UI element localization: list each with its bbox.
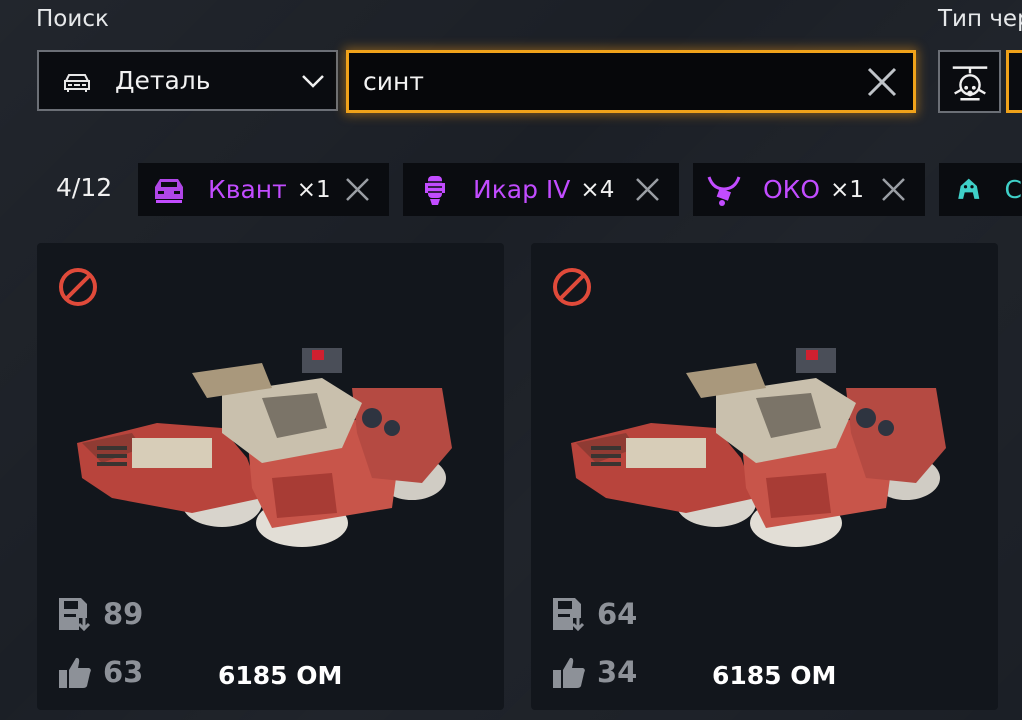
downloads-stat: 64 <box>551 596 637 632</box>
save-download-icon <box>59 598 91 632</box>
chip-name: С <box>1004 175 1022 204</box>
horns-icon <box>707 175 741 206</box>
helicopter-icon <box>952 65 987 100</box>
type-label: Тип чер <box>938 6 1022 32</box>
price: 6185 OM <box>218 661 343 690</box>
likes-count: 63 <box>103 655 144 689</box>
search-label: Поиск <box>36 6 109 32</box>
downloads-count: 64 <box>597 597 638 631</box>
hover-icon <box>425 175 445 205</box>
filter-chip[interactable]: С <box>939 163 1022 216</box>
remove-chip-icon[interactable] <box>880 176 907 203</box>
thumbs-up-icon <box>553 657 585 688</box>
filter-chip[interactable]: Квант ×1 <box>138 163 389 216</box>
remove-chip-icon[interactable] <box>634 176 661 203</box>
thumbs-up-icon <box>59 657 91 688</box>
blueprint-card[interactable]: 89 63 6185 OM <box>37 243 504 710</box>
forbidden-icon <box>59 268 97 306</box>
likes-count: 34 <box>597 655 638 689</box>
cabin-icon <box>155 178 183 203</box>
search-box <box>346 50 916 113</box>
chip-name: Квант <box>208 175 287 204</box>
filter-chip[interactable]: Икар IV ×4 <box>403 163 679 216</box>
likes-stat: 63 <box>57 654 143 690</box>
save-download-icon <box>553 598 585 632</box>
downloads-stat: 89 <box>57 596 143 632</box>
price: 6185 OM <box>712 661 837 690</box>
robot-icon <box>958 178 980 199</box>
blueprint-card[interactable]: 64 34 6185 OM <box>531 243 998 710</box>
type-second-button[interactable] <box>1006 50 1022 113</box>
chip-qty: ×1 <box>830 176 865 203</box>
filter-chip[interactable]: ОКО ×1 <box>693 163 925 216</box>
result-count: 4/12 <box>56 173 113 202</box>
clear-search-icon[interactable] <box>865 65 899 99</box>
chip-name: ОКО <box>763 175 821 204</box>
search-input[interactable] <box>349 66 865 97</box>
chevron-down-icon <box>302 74 324 88</box>
chip-name: Икар IV <box>473 175 571 204</box>
chip-qty: ×4 <box>580 176 615 203</box>
category-value: Деталь <box>115 66 211 95</box>
forbidden-icon <box>553 268 591 306</box>
category-dropdown[interactable]: Деталь <box>37 50 338 111</box>
vehicle-image <box>77 348 452 547</box>
downloads-count: 89 <box>103 597 144 631</box>
remove-chip-icon[interactable] <box>344 176 371 203</box>
chip-qty: ×1 <box>296 176 331 203</box>
type-helicopter-button[interactable] <box>938 50 1001 113</box>
car-icon <box>64 73 90 92</box>
likes-stat: 34 <box>551 654 637 690</box>
vehicle-image <box>571 348 946 547</box>
